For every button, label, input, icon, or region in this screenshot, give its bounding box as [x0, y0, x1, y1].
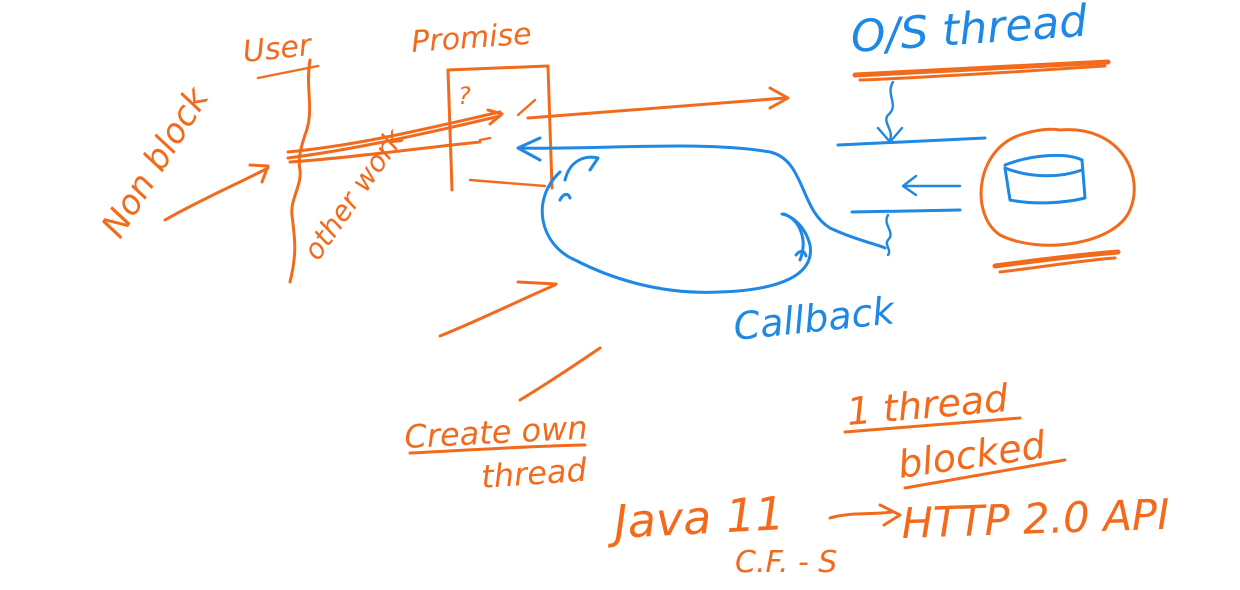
non-blocking-arrow: [163, 163, 270, 222]
cfs-label: C.F. - S: [735, 545, 837, 580]
create-own-thread-line1: Create own: [403, 408, 588, 456]
os-thread-underline: [852, 59, 1111, 82]
user-label: User: [241, 28, 314, 70]
os-thread-lanes: [836, 80, 987, 257]
whiteboard-canvas: User Promise ? Non block other work O/S …: [94, 0, 1171, 580]
os-thread-label: O/S thread: [849, 0, 1090, 63]
java11-label: Java 11: [605, 486, 786, 549]
create-own-thread-line2: thread: [480, 451, 589, 496]
callback-label: Callback: [731, 288, 898, 349]
io-device-circle: [979, 127, 1136, 274]
non-blocking-label: Non block: [94, 79, 218, 244]
callback-loop: [516, 136, 887, 294]
question-mark: ?: [458, 82, 471, 110]
diagonal-arrows: [438, 280, 602, 402]
one-thread-line1: 1 thread: [845, 376, 1011, 434]
disk-icon: [1003, 154, 1087, 205]
promise-label: Promise: [410, 17, 533, 60]
http-api-label: HTTP 2.0 API: [901, 490, 1171, 548]
